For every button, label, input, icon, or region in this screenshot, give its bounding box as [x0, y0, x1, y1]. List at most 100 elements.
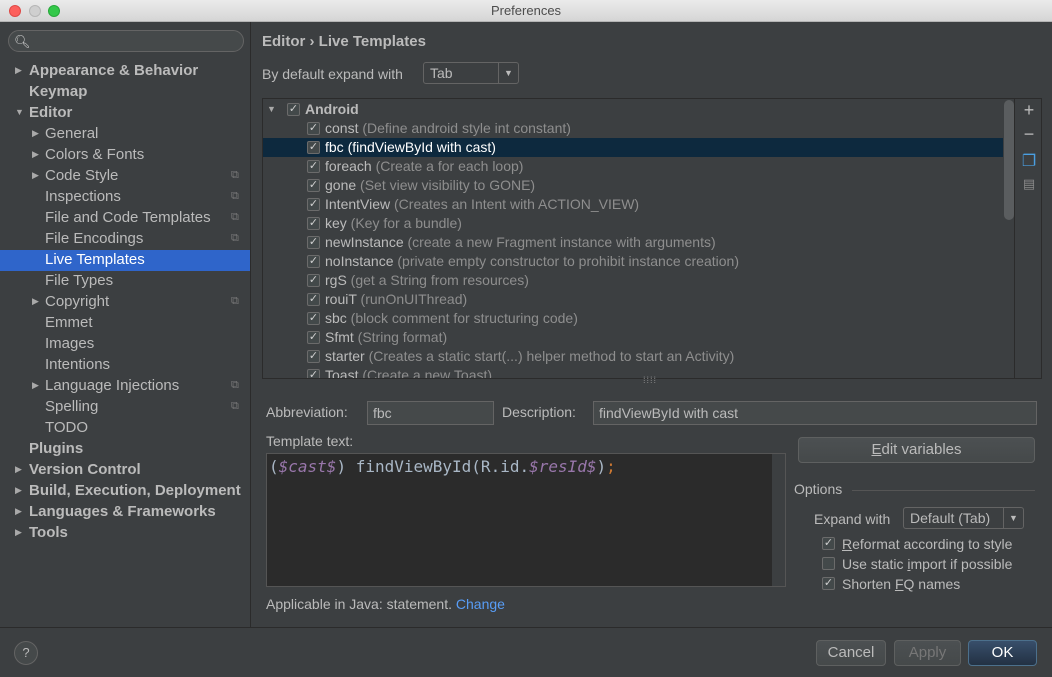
template-checkbox[interactable]: ✓ — [307, 274, 320, 287]
description-field[interactable]: findViewById with cast — [593, 401, 1037, 425]
template-checkbox[interactable]: ✓ — [307, 293, 320, 306]
collapsed-arrow-icon[interactable]: ▶ — [15, 480, 22, 501]
sidebar-item-label: Languages & Frameworks — [29, 503, 216, 520]
sidebar-item-spelling[interactable]: Spelling ⧉ — [0, 396, 250, 417]
template-row[interactable]: ✓ Toast (Create a new Toast) — [263, 366, 1003, 378]
restore-icon[interactable]: ▤ — [1020, 176, 1038, 192]
template-row[interactable]: ✓ foreach (Create a for each loop) — [263, 157, 1003, 176]
remove-icon[interactable]: − — [1020, 124, 1038, 145]
template-row[interactable]: ✓ sbc (block comment for structuring code… — [263, 309, 1003, 328]
list-scrollbar[interactable] — [1004, 100, 1014, 220]
template-abbreviation: rgS — [325, 272, 347, 288]
template-checkbox[interactable]: ✓ — [307, 141, 320, 154]
collapsed-arrow-icon[interactable]: ▶ — [15, 501, 22, 522]
sidebar-item-languages-frameworks[interactable]: ▶ Languages & Frameworks — [0, 501, 250, 522]
abbreviation-field[interactable]: fbc — [367, 401, 494, 425]
reformat-checkbox[interactable]: ✓ — [822, 537, 835, 550]
template-row[interactable]: ✓ starter (Creates a static start(...) he… — [263, 347, 1003, 366]
template-abbreviation: key — [325, 215, 347, 231]
shorten-fq-checkbox[interactable]: ✓ — [822, 577, 835, 590]
template-checkbox[interactable]: ✓ — [307, 312, 320, 325]
ok-button[interactable]: OK — [968, 640, 1037, 666]
template-description: (Define android style int constant) — [358, 120, 571, 136]
sidebar-item-colors-fonts[interactable]: ▶ Colors & Fonts — [0, 144, 250, 165]
sidebar-item-editor[interactable]: ▼ Editor — [0, 102, 250, 123]
add-icon[interactable]: + — [1020, 100, 1038, 121]
expanded-arrow-icon[interactable]: ▼ — [15, 102, 24, 123]
sidebar-item-inspections[interactable]: Inspections ⧉ — [0, 186, 250, 207]
expand-with-select[interactable]: Default (Tab) ▼ — [903, 507, 1024, 529]
collapsed-arrow-icon[interactable]: ▶ — [32, 144, 39, 165]
template-row[interactable]: ✓ Sfmt (String format) — [263, 328, 1003, 347]
sidebar-item-language-injections[interactable]: ▶ Language Injections ⧉ — [0, 375, 250, 396]
expand-arrow-icon[interactable]: ▼ — [267, 100, 276, 119]
sidebar-item-version-control[interactable]: ▶ Version Control — [0, 459, 250, 480]
sidebar-item-intentions[interactable]: Intentions — [0, 354, 250, 375]
apply-button[interactable]: Apply — [894, 640, 961, 666]
collapsed-arrow-icon[interactable]: ▶ — [15, 459, 22, 480]
template-checkbox[interactable]: ✓ — [307, 369, 320, 378]
template-checkbox[interactable]: ✓ — [307, 350, 320, 363]
sidebar-item-file-types[interactable]: File Types — [0, 270, 250, 291]
collapsed-arrow-icon[interactable]: ▶ — [15, 60, 22, 81]
sidebar-item-images[interactable]: Images — [0, 333, 250, 354]
sidebar-item-tools[interactable]: ▶ Tools — [0, 522, 250, 543]
template-checkbox[interactable]: ✓ — [307, 236, 320, 249]
sidebar-item-emmet[interactable]: Emmet — [0, 312, 250, 333]
sidebar-item-code-style[interactable]: ▶ Code Style ⧉ — [0, 165, 250, 186]
template-row[interactable]: ✓ IntentView (Creates an Intent with ACTI… — [263, 195, 1003, 214]
sidebar-item-file-encodings[interactable]: File Encodings ⧉ — [0, 228, 250, 249]
sidebar-item-appearance-behavior[interactable]: ▶ Appearance & Behavior — [0, 60, 250, 81]
template-row[interactable]: ✓ gone (Set view visibility to GONE) — [263, 176, 1003, 195]
template-checkbox[interactable]: ✓ — [307, 179, 320, 192]
template-row[interactable]: ✓ fbc (findViewById with cast) — [263, 138, 1003, 157]
change-context-link[interactable]: Change — [456, 596, 505, 612]
default-expand-select[interactable]: Tab ▼ — [423, 62, 519, 84]
template-row[interactable]: ✓ rgS (get a String from resources) — [263, 271, 1003, 290]
template-checkbox[interactable]: ✓ — [307, 122, 320, 135]
template-checkbox[interactable]: ✓ — [307, 160, 320, 173]
reformat-label: Reformat according to style — [842, 534, 1012, 554]
template-description: (create a new Fragment instance with arg… — [403, 234, 716, 250]
collapsed-arrow-icon[interactable]: ▶ — [15, 522, 22, 543]
help-icon[interactable]: ? — [14, 641, 38, 665]
sidebar-item-keymap[interactable]: Keymap — [0, 81, 250, 102]
template-checkbox[interactable]: ✓ — [307, 331, 320, 344]
templates-list[interactable]: ▼ ✓ Android ✓ const (Define android style… — [262, 98, 1042, 379]
collapsed-arrow-icon[interactable]: ▶ — [32, 123, 39, 144]
template-abbreviation: noInstance — [325, 253, 394, 269]
code-semicolon: ; — [606, 457, 616, 476]
template-checkbox[interactable]: ✓ — [307, 255, 320, 268]
copy-icon[interactable]: ❐ — [1020, 151, 1038, 171]
static-import-checkbox[interactable] — [822, 557, 835, 570]
search-input[interactable]: 🔍︎ — [8, 30, 244, 52]
sidebar-item-copyright[interactable]: ▶ Copyright ⧉ — [0, 291, 250, 312]
template-checkbox[interactable]: ✓ — [307, 198, 320, 211]
template-abbreviation: IntentView — [325, 196, 391, 212]
collapsed-arrow-icon[interactable]: ▶ — [32, 165, 39, 186]
editor-scrollbar[interactable] — [771, 454, 785, 586]
template-row[interactable]: ✓ newInstance (create a new Fragment inst… — [263, 233, 1003, 252]
template-checkbox[interactable]: ✓ — [307, 217, 320, 230]
template-abbreviation: rouiT — [325, 291, 357, 307]
sidebar-item-todo[interactable]: TODO — [0, 417, 250, 438]
resize-grip-icon[interactable]: ⁞⁞⁞⁞ — [643, 375, 657, 385]
template-row[interactable]: ✓ key (Key for a bundle) — [263, 214, 1003, 233]
sidebar-item-live-templates[interactable]: Live Templates — [0, 249, 250, 270]
sidebar-item-plugins[interactable]: Plugins — [0, 438, 250, 459]
sidebar-item-build-execution-deployment[interactable]: ▶ Build, Execution, Deployment — [0, 480, 250, 501]
sidebar-item-file-and-code-templates[interactable]: File and Code Templates ⧉ — [0, 207, 250, 228]
sidebar-item-general[interactable]: ▶ General — [0, 123, 250, 144]
cancel-button[interactable]: Cancel — [816, 640, 886, 666]
template-row[interactable]: ✓ const (Define android style int constan… — [263, 119, 1003, 138]
template-row[interactable]: ✓ noInstance (private empty constructor t… — [263, 252, 1003, 271]
template-row[interactable]: ✓ rouiT (runOnUIThread) — [263, 290, 1003, 309]
sidebar-item-label: Copyright — [45, 293, 110, 310]
group-checkbox[interactable]: ✓ — [287, 103, 300, 116]
template-text-editor[interactable]: ($cast$) findViewById(R.id.$resId$); — [266, 453, 786, 587]
collapsed-arrow-icon[interactable]: ▶ — [32, 375, 39, 396]
sidebar-item-label: Live Templates — [45, 251, 145, 268]
collapsed-arrow-icon[interactable]: ▶ — [32, 291, 39, 312]
sidebar-item-label: Emmet — [45, 314, 93, 331]
edit-variables-button[interactable]: Edit variables — [798, 437, 1035, 463]
